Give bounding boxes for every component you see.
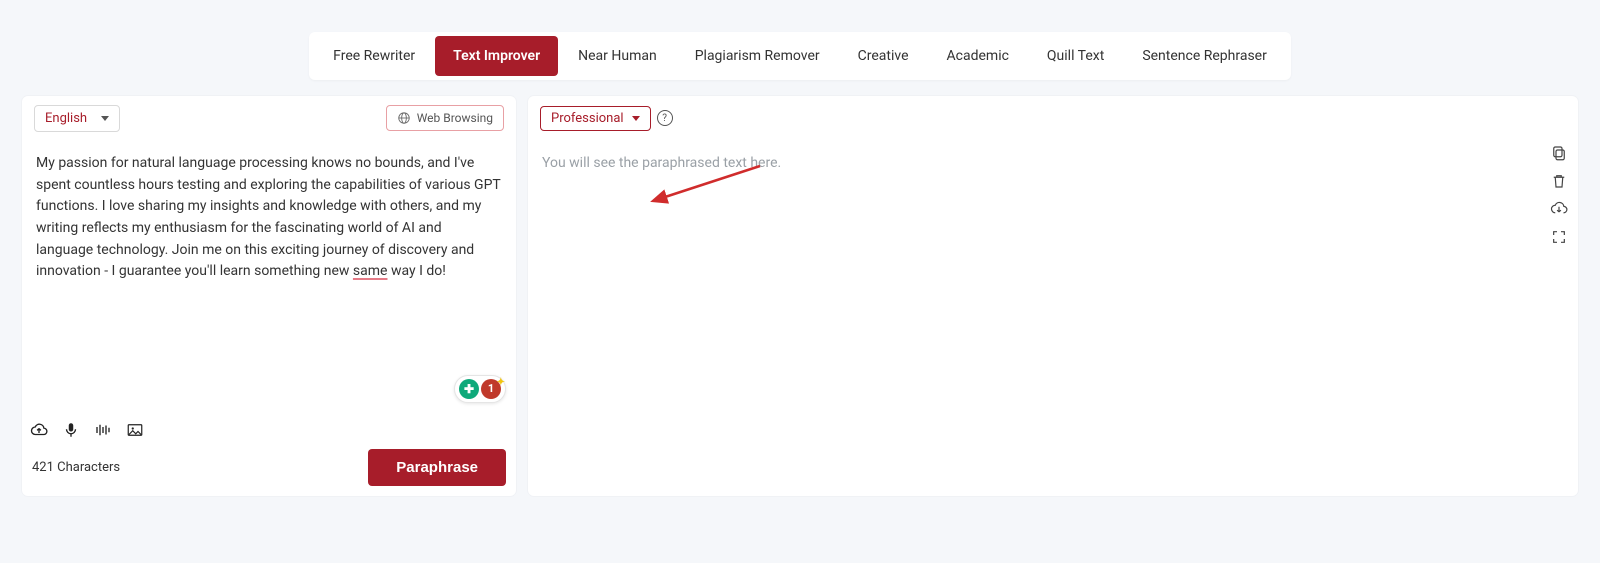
tab-near-human[interactable]: Near Human: [560, 36, 675, 76]
mode-tabs: Free Rewriter Text Improver Near Human P…: [22, 22, 1578, 80]
web-browsing-toggle[interactable]: Web Browsing: [386, 105, 504, 131]
expand-icon: [1551, 229, 1567, 245]
output-textarea: You will see the paraphrased text here.: [528, 142, 1578, 496]
output-panel: Professional ? You will see the paraphra…: [528, 96, 1578, 496]
tone-help-icon[interactable]: ?: [657, 110, 673, 126]
premium-star-icon: ✦: [497, 375, 505, 391]
language-select[interactable]: English: [34, 105, 120, 132]
grammar-suggestion-word[interactable]: same: [353, 263, 388, 279]
trash-icon: [1550, 172, 1568, 190]
output-action-rail: [1550, 144, 1568, 246]
microphone-button[interactable]: [62, 421, 80, 439]
copy-button[interactable]: [1550, 144, 1568, 162]
copy-icon: [1550, 144, 1568, 162]
tab-plagiarism-remover[interactable]: Plagiarism Remover: [677, 36, 838, 76]
input-text-suffix: way I do!: [387, 263, 445, 279]
paraphrase-button[interactable]: Paraphrase: [368, 449, 506, 486]
input-textarea[interactable]: My passion for natural language processi…: [22, 142, 516, 413]
audio-wave-icon: [94, 421, 112, 439]
tab-free-rewriter[interactable]: Free Rewriter: [315, 36, 433, 76]
tab-sentence-rephraser[interactable]: Sentence Rephraser: [1124, 36, 1285, 76]
output-placeholder: You will see the paraphrased text here.: [542, 155, 781, 171]
cloud-upload-icon: [30, 421, 48, 439]
delete-button[interactable]: [1550, 172, 1568, 190]
grammar-error-count-badge: 1 ✦: [481, 379, 501, 399]
tab-academic[interactable]: Academic: [929, 36, 1027, 76]
web-browsing-label: Web Browsing: [417, 111, 493, 125]
language-label: English: [45, 111, 87, 126]
char-count: 421 Characters: [32, 460, 120, 475]
globe-icon: [397, 111, 411, 125]
tab-creative[interactable]: Creative: [840, 36, 927, 76]
tab-quill-text[interactable]: Quill Text: [1029, 36, 1122, 76]
input-text-prefix: My passion for natural language processi…: [36, 155, 500, 279]
microphone-icon: [62, 421, 80, 439]
input-panel: English Web Browsing My passion for natu…: [22, 96, 516, 496]
cloud-download-icon: [1550, 200, 1568, 218]
image-icon: [126, 421, 144, 439]
fullscreen-button[interactable]: [1550, 228, 1568, 246]
tone-select[interactable]: Professional: [540, 106, 651, 131]
download-button[interactable]: [1550, 200, 1568, 218]
image-button[interactable]: [126, 421, 144, 439]
chevron-down-icon: [101, 116, 109, 121]
grammar-shield-icon: ✚: [459, 379, 479, 399]
input-toolbar: [22, 413, 516, 439]
chevron-down-icon: [632, 116, 640, 121]
tone-label: Professional: [551, 111, 624, 126]
upload-button[interactable]: [30, 421, 48, 439]
tab-text-improver[interactable]: Text Improver: [435, 36, 558, 76]
audio-wave-button[interactable]: [94, 421, 112, 439]
grammar-badge-tray[interactable]: ✚ 1 ✦: [454, 375, 506, 403]
